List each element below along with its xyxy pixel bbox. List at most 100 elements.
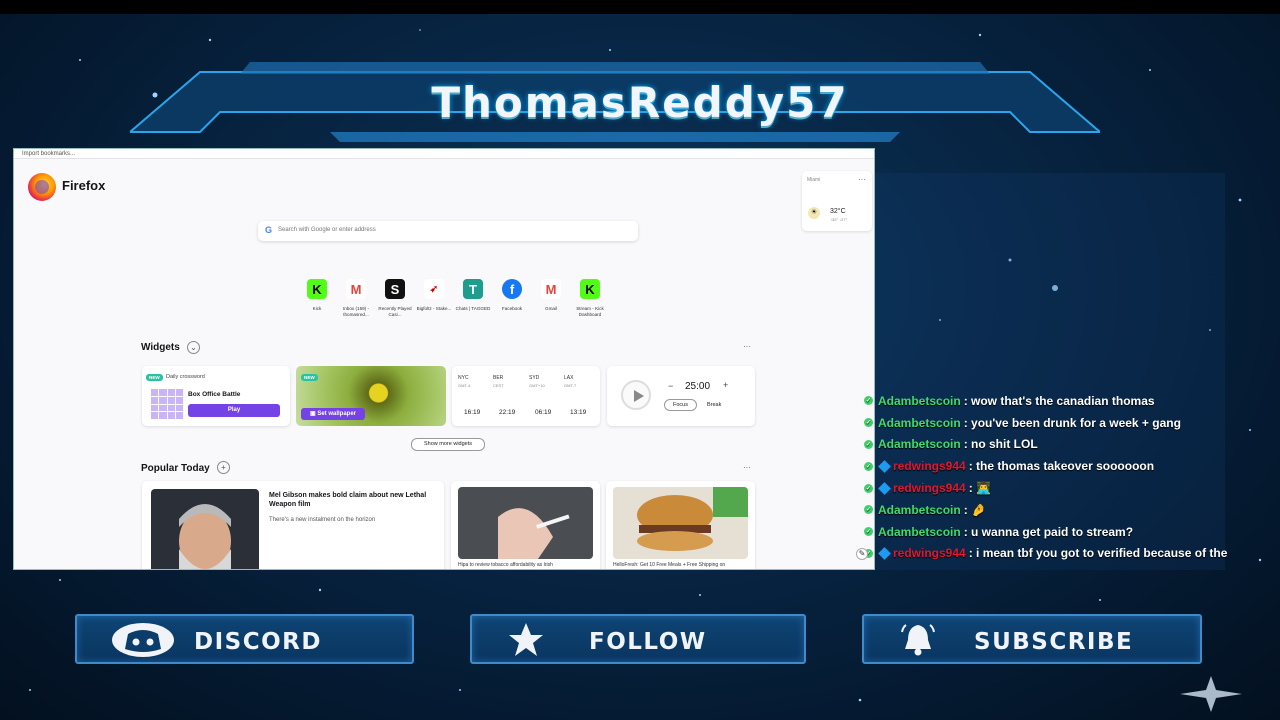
- timer-minus-button[interactable]: −: [668, 381, 673, 391]
- clock-time: 22:19: [499, 409, 516, 416]
- search-input[interactable]: Search with Google or enter address: [278, 227, 376, 233]
- popular-today-heading: Popular Today: [141, 463, 210, 474]
- chat-message: ✓ Adambetscoin: wow that's the canadian t…: [864, 390, 1229, 412]
- weather-widget[interactable]: Miami ··· ☀ 32°C ↑35° ↓27°: [802, 171, 872, 231]
- subscribe-button[interactable]: SUBSCRIBE: [862, 614, 1202, 664]
- news-lead-title[interactable]: Mel Gibson makes bold claim about new Le…: [269, 491, 439, 509]
- search-bar[interactable]: G Search with Google or enter address: [258, 221, 638, 241]
- plus-icon[interactable]: +: [217, 461, 230, 474]
- sun-icon: ☀: [808, 207, 820, 219]
- clock-offset: GMT-7: [564, 383, 577, 388]
- set-wallpaper-button[interactable]: ▣ Set wallpaper: [301, 408, 365, 420]
- discord-icon: [112, 623, 174, 657]
- bell-icon: [901, 624, 935, 656]
- gem-badge-icon: [878, 481, 891, 495]
- chat-username[interactable]: Adambetscoin: [878, 394, 961, 408]
- focus-button[interactable]: Focus: [664, 399, 697, 411]
- chat-message: ✓ Adambetscoin: no shit LOL: [864, 434, 1229, 456]
- shortcut-gmail[interactable]: M Gmail: [533, 279, 569, 312]
- popular-menu-icon[interactable]: ···: [743, 463, 751, 472]
- news-caption: HelloFresh: Get 10 Free Meals + Free Shi…: [613, 562, 726, 568]
- bookmarks-bar[interactable]: Import bookmarks...: [14, 149, 874, 159]
- chat-username[interactable]: Adambetscoin: [878, 437, 961, 451]
- news-card-2[interactable]: Hipa to review tobacco affordability as …: [451, 481, 600, 569]
- widgets-menu-icon[interactable]: ···: [743, 342, 751, 351]
- top-black-bar: [0, 0, 1280, 14]
- shortcut-bigfoltz[interactable]: ➶ Bigfoltz - Stake...: [416, 279, 452, 312]
- world-clock-widget[interactable]: NYC GMT-4 16:19 BER CEST 22:19 SYD GMT+10 06:1…: [452, 366, 600, 426]
- chat-text: : 👨‍💻: [968, 481, 991, 496]
- news-lead-subtitle: There's a new instalment on the horizon: [269, 517, 376, 523]
- import-bookmarks-link[interactable]: Import bookmarks...: [22, 151, 75, 157]
- chat-text: : 🤌: [963, 502, 986, 517]
- clock-time: 16:19: [464, 409, 481, 416]
- clock-offset: GMT-4: [458, 383, 471, 388]
- shortcut-kick[interactable]: K Kick: [299, 279, 335, 312]
- shortcut-label: Inbox (159) - thomasred...: [342, 306, 370, 317]
- chevron-down-icon[interactable]: ⌄: [187, 341, 200, 354]
- follow-button[interactable]: FOLLOW: [470, 614, 806, 664]
- follow-label: FOLLOW: [589, 629, 707, 655]
- facebook-icon: f: [502, 279, 522, 299]
- verified-check-icon: ✓: [864, 439, 873, 449]
- clock-city: SYD: [529, 375, 540, 381]
- clock-time: 13:19: [570, 409, 587, 416]
- verified-check-icon: ✓: [864, 461, 873, 471]
- shortcut-tagged[interactable]: T Chats | TAGGED: [455, 279, 491, 312]
- news-card-3[interactable]: HelloFresh: Get 10 Free Meals + Free Shi…: [606, 481, 755, 569]
- verified-check-icon: ✓: [864, 527, 873, 537]
- shortcut-stake[interactable]: S Recently Played Casi...: [377, 279, 413, 318]
- gem-badge-icon: [878, 547, 891, 560]
- chat-text: : wow that's the canadian thomas: [963, 393, 1155, 408]
- timer-plus-button[interactable]: +: [723, 380, 728, 390]
- shortcut-kick-dashboard[interactable]: K Stream - Kick Dashboard: [572, 279, 608, 318]
- wallpaper-widget[interactable]: NEW ▣ Set wallpaper: [296, 366, 446, 426]
- gmail-icon: M: [346, 279, 366, 299]
- verified-check-icon: ✓: [864, 396, 873, 406]
- chat-username[interactable]: redwings944: [893, 546, 966, 560]
- chat-username[interactable]: redwings944: [893, 459, 966, 473]
- news-thumbnail-burger: [613, 487, 748, 559]
- weather-high-low: ↑35° ↓27°: [830, 217, 848, 222]
- chat-text: : you've been drunk for a week + gang: [963, 415, 1181, 430]
- chat-username[interactable]: redwings944: [893, 481, 966, 495]
- chat-log: ✓ Adambetscoin: wow that's the canadian t…: [864, 390, 1229, 560]
- verified-check-icon: ✓: [864, 483, 873, 493]
- star-icon: [509, 623, 543, 656]
- show-more-widgets-button[interactable]: Show more widgets: [411, 438, 485, 451]
- stake-icon: S: [385, 279, 405, 299]
- chat-username[interactable]: Adambetscoin: [878, 416, 961, 430]
- focus-timer-widget[interactable]: − 25:00 + Focus Break: [607, 366, 755, 426]
- play-button[interactable]: Play: [188, 404, 280, 417]
- shortcut-label: Facebook: [501, 306, 523, 311]
- news-card-lead[interactable]: Mel Gibson makes bold claim about new Le…: [142, 481, 444, 569]
- chat-username[interactable]: Adambetscoin: [878, 525, 961, 539]
- stream-overlay: ThomasReddy57 Import bookmarks... Firefo…: [0, 0, 1280, 720]
- clock-nyc: NYC GMT-4 16:19: [458, 375, 480, 416]
- shortcut-label: Bigfoltz - Stake...: [416, 306, 452, 311]
- weather-menu-icon[interactable]: ···: [858, 175, 866, 184]
- crossword-widget[interactable]: NEW Daily crossword Box Office Battle Pl…: [142, 366, 290, 426]
- news-caption: Hipa to review tobacco affordability as …: [458, 562, 553, 568]
- google-icon: G: [265, 225, 273, 235]
- break-button[interactable]: Break: [707, 402, 721, 408]
- chat-username[interactable]: Adambetscoin: [878, 503, 961, 517]
- timer-play-icon[interactable]: [621, 380, 651, 410]
- shortcut-inbox[interactable]: M Inbox (159) - thomasred...: [338, 279, 374, 318]
- new-badge: NEW: [146, 374, 163, 381]
- crossword-title: Box Office Battle: [188, 391, 241, 398]
- chat-text: : u wanna get paid to stream?: [963, 524, 1134, 539]
- shortcut-label: Gmail: [545, 306, 557, 311]
- weather-temp: 32°C: [830, 208, 846, 215]
- clock-offset: CEST: [493, 383, 504, 388]
- sparkle-icon: [1180, 676, 1242, 712]
- pen-icon[interactable]: ✎: [856, 548, 868, 560]
- tagged-icon: T: [463, 279, 483, 299]
- clock-city: LAX: [564, 375, 574, 381]
- discord-button[interactable]: DISCORD: [75, 614, 414, 664]
- chat-message: ✓ Adambetscoin: 🤌: [864, 499, 1229, 521]
- bigfoltz-icon: ➶: [424, 279, 444, 299]
- browser-window[interactable]: Import bookmarks... Firefox Miami ··· ☀ …: [13, 148, 875, 570]
- shortcut-facebook[interactable]: f Facebook: [494, 279, 530, 312]
- top-sites: K Kick M Inbox (159) - thomasred... S Re…: [299, 279, 619, 329]
